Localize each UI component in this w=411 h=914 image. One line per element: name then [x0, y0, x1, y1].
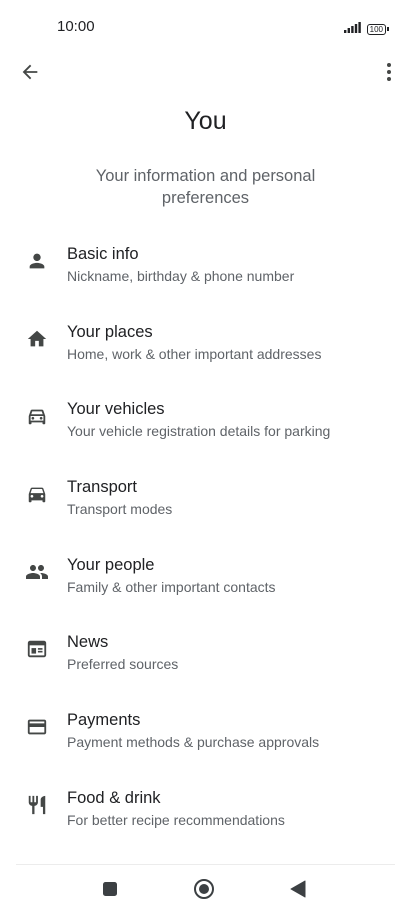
menu-item-food-and-drink[interactable]: Food & drink For better recipe recommend… [0, 777, 411, 855]
battery-level: 100 [366, 23, 386, 35]
nav-divider [16, 864, 395, 865]
menu-item-description: Nickname, birthday & phone number [67, 268, 295, 284]
menu-item-description: For better recipe recommendations [67, 811, 285, 828]
menu-item-label: Your places [67, 322, 153, 341]
system-nav-bar [0, 870, 411, 908]
more-options-button[interactable] [377, 56, 401, 88]
menu-item-label: Transport [67, 478, 137, 497]
menu-item-text: Payments Payment methods & purchase appr… [67, 710, 401, 752]
status-icons: 100 [343, 20, 389, 38]
menu-item-text: News Preferred sources [67, 632, 401, 674]
menu-list: Basic info Nickname, birthday & phone nu… [0, 233, 411, 855]
menu-item-your-people[interactable]: Your people Family & other important con… [0, 544, 411, 622]
battery-icon: 100 [366, 23, 389, 35]
menu-item-label: Your people [67, 555, 155, 574]
menu-item-label: Your vehicles [67, 400, 165, 419]
menu-item-text: Your vehicles Your vehicle registration … [67, 399, 401, 441]
page-title: You [184, 107, 227, 135]
menu-item-description: Home, work & other important addresses [67, 345, 322, 362]
menu-item-text: Transport Transport modes [67, 477, 401, 519]
menu-item-text: Your places Home, work & other important… [67, 322, 401, 364]
menu-item-description: Family & other important contacts [67, 578, 276, 595]
menu-item-label: Payments [67, 711, 141, 730]
menu-item-text: Food & drink For better recipe recommend… [67, 788, 401, 830]
restaurant-icon [25, 793, 49, 817]
signal-icon [343, 20, 362, 38]
menu-item-description: Preferred sources [67, 656, 179, 673]
menu-item-description: Transport modes [67, 501, 173, 518]
menu-item-text: Your people Family & other important con… [67, 555, 401, 597]
nav-back-button[interactable] [286, 878, 310, 900]
back-triangle-icon [290, 880, 306, 898]
home-circle-icon [194, 879, 214, 899]
menu-item-description: Payment methods & purchase approvals [67, 734, 320, 751]
menu-item-your-places[interactable]: Your places Home, work & other important… [0, 311, 411, 389]
car-icon [25, 482, 49, 506]
newspaper-icon [25, 637, 49, 661]
home-button[interactable] [192, 878, 216, 900]
status-bar: 10:00 100 [0, 0, 411, 50]
person-icon [25, 249, 49, 273]
recents-button[interactable] [98, 878, 122, 900]
menu-item-transport[interactable]: Transport Transport modes [0, 466, 411, 544]
back-button[interactable] [14, 56, 46, 88]
car-outline-icon [25, 404, 49, 428]
home-icon [25, 327, 49, 351]
menu-item-description: Your vehicle registration details for pa… [67, 423, 331, 440]
app-bar [0, 52, 411, 88]
menu-item-news[interactable]: News Preferred sources [0, 621, 411, 699]
people-icon [25, 560, 49, 584]
menu-item-payments[interactable]: Payments Payment methods & purchase appr… [0, 699, 411, 777]
credit-card-icon [25, 715, 49, 739]
more-vert-icon [387, 63, 391, 81]
recents-square-icon [103, 882, 117, 896]
menu-item-label: News [67, 633, 109, 652]
menu-item-your-vehicles[interactable]: Your vehicles Your vehicle registration … [0, 388, 411, 466]
menu-item-basic-info[interactable]: Basic info Nickname, birthday & phone nu… [0, 233, 411, 311]
status-time: 10:00 [57, 18, 95, 35]
menu-item-text: Basic info Nickname, birthday & phone nu… [67, 244, 401, 286]
arrow-back-icon [22, 64, 38, 80]
menu-item-label: Food & drink [67, 788, 161, 807]
battery-tip [387, 27, 389, 31]
page-subtitle: Your information and personal preference… [95, 167, 316, 207]
menu-item-label: Basic info [67, 245, 139, 263]
